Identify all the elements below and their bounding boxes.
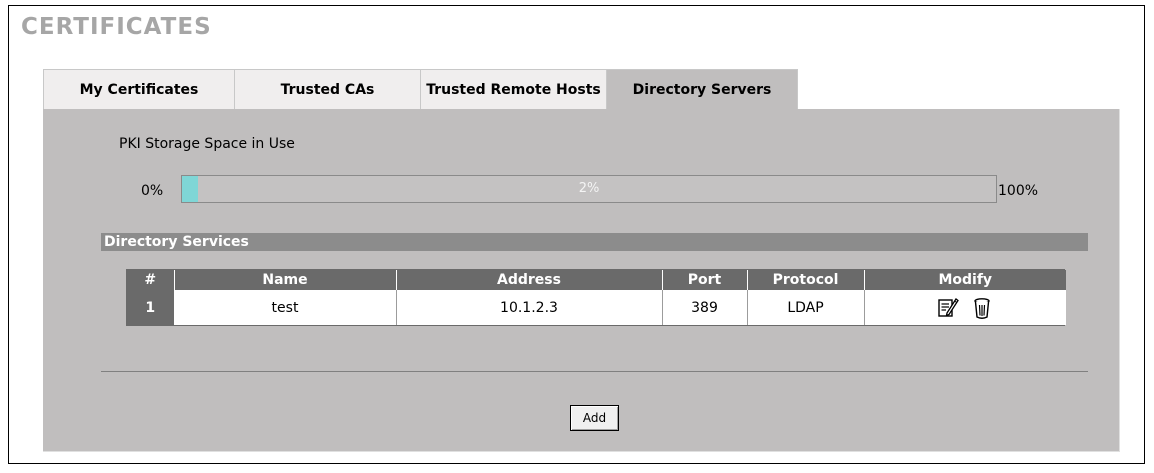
storage-used-text: 2% [578, 181, 600, 196]
edit-icon[interactable] [937, 296, 959, 320]
col-header-modify: Modify [864, 270, 1066, 290]
row-address: 10.1.2.3 [396, 290, 663, 325]
storage-min-label: 0% [141, 183, 164, 199]
tab-trusted-remote-hosts[interactable]: Trusted Remote Hosts [421, 69, 607, 109]
row-index: 1 [127, 290, 175, 325]
row-modify [864, 290, 1066, 325]
col-header-protocol: Protocol [747, 270, 865, 290]
storage-max-label: 100% [998, 183, 1039, 199]
storage-label: PKI Storage Space in Use [119, 136, 295, 152]
storage-progress-bar: 2% [181, 175, 997, 203]
col-header-port: Port [662, 270, 748, 290]
page-title: CERTIFICATES [21, 14, 212, 40]
col-header-index: # [127, 270, 175, 290]
directory-services-table: # Name Address Port Protocol Modify 1 te… [126, 269, 1066, 326]
table-header-row: # Name Address Port Protocol Modify [127, 270, 1066, 290]
col-header-address: Address [396, 270, 663, 290]
section-divider [101, 371, 1088, 372]
tab-trusted-cas[interactable]: Trusted CAs [235, 69, 421, 109]
certificates-window: CERTIFICATES My Certificates Trusted CAs… [8, 5, 1145, 464]
directory-services-header: Directory Services [101, 233, 1088, 251]
directory-servers-panel: PKI Storage Space in Use 0% 2% 100% Dire… [43, 109, 1120, 452]
add-button[interactable]: Add [570, 405, 619, 431]
row-port: 389 [662, 290, 748, 325]
table-row: 1 test 10.1.2.3 389 LDAP [127, 290, 1066, 325]
tab-directory-servers[interactable]: Directory Servers [607, 69, 798, 109]
row-name: test [174, 290, 397, 325]
col-header-name: Name [174, 270, 397, 290]
delete-icon[interactable] [971, 296, 993, 320]
tab-my-certificates[interactable]: My Certificates [43, 69, 235, 109]
row-protocol: LDAP [747, 290, 865, 325]
